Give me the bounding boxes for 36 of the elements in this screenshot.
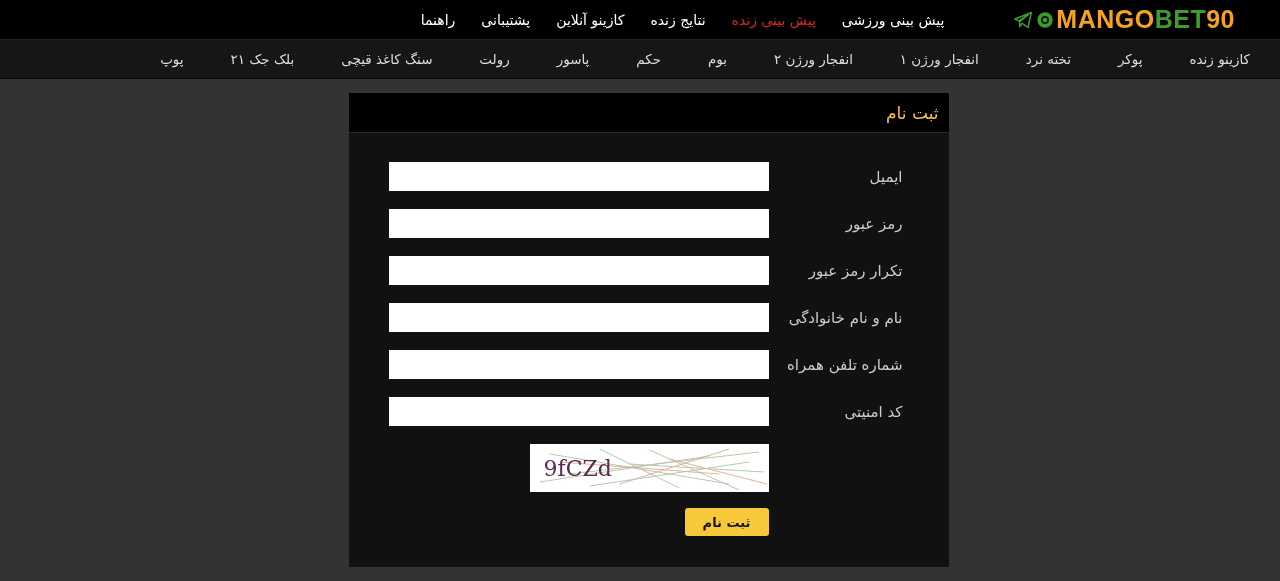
telegram-icon [1012, 9, 1035, 30]
game-link[interactable]: کازینو زنده [1189, 51, 1250, 67]
input-field[interactable] [388, 162, 769, 191]
game-link[interactable]: بوم [707, 51, 727, 67]
nav-link[interactable]: نتایج زنده [650, 11, 706, 28]
game-link[interactable]: پاسور [556, 51, 590, 67]
nav-link[interactable]: پیش بینی زنده [731, 11, 816, 28]
game-link[interactable]: پوپ [160, 51, 184, 67]
game-link[interactable]: انفجار ورژن ۱ [899, 51, 979, 67]
input-field[interactable] [388, 256, 769, 285]
game-link[interactable]: رولت [479, 51, 510, 67]
game-link[interactable]: پوکر [1117, 51, 1143, 67]
input-field[interactable] [388, 397, 769, 426]
field-label: رمز عبور [844, 214, 904, 233]
game-link[interactable]: انفجار ورژن ۲ [773, 51, 853, 67]
register-button[interactable]: ثبت نام [684, 508, 769, 536]
logo-text[interactable]: MANGOBET90 [1056, 5, 1235, 34]
input-field[interactable] [388, 209, 769, 238]
nav-link[interactable]: پیش بینی ورزشی [841, 11, 945, 28]
form-title: ثبت نام [886, 102, 939, 123]
field-label: کد امنیتی [843, 402, 904, 421]
captcha-image: 9fCZd [529, 444, 769, 492]
nav-link[interactable]: راهنما [420, 11, 456, 28]
field-label: شماره تلفن همراه [786, 355, 904, 374]
game-link[interactable]: حکم [636, 51, 662, 67]
field-label: ایمیل [868, 167, 904, 186]
nav-link[interactable]: پشتیبانی [481, 11, 531, 28]
input-field[interactable] [388, 350, 769, 379]
game-link[interactable]: سنگ کاغذ قیچی [341, 51, 433, 67]
game-link[interactable]: بلک جک ۲۱ [230, 51, 295, 67]
field-label: نام و نام خانوادگی [787, 308, 904, 327]
field-label: تکرار رمز عبور [807, 261, 904, 280]
game-link[interactable]: تخته نرد [1025, 51, 1071, 67]
instagram-icon [1036, 10, 1055, 29]
input-field[interactable] [388, 303, 769, 332]
nav-link[interactable]: کازینو آنلاین [556, 11, 625, 28]
